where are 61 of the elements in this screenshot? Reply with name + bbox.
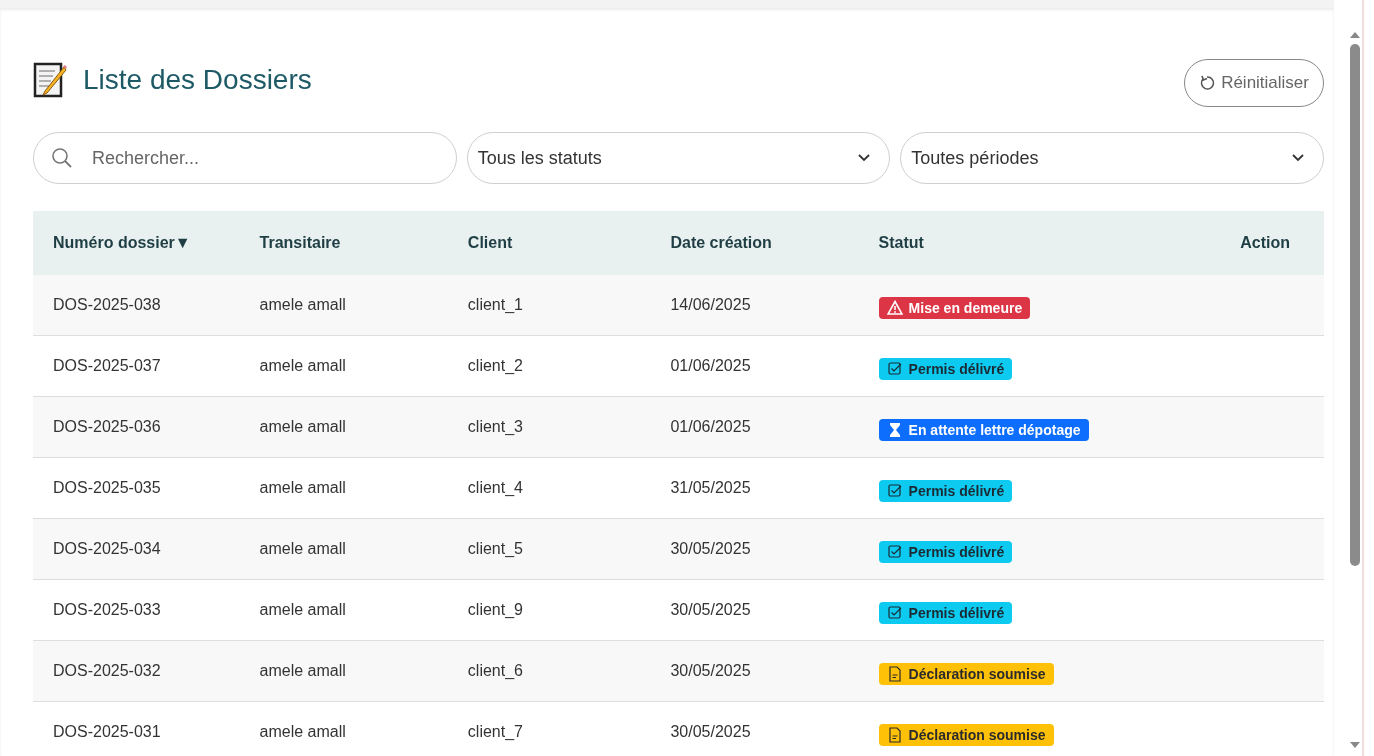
column-header: Transitaire xyxy=(239,211,448,275)
table-cell: 01/06/2025 xyxy=(650,396,859,458)
table-cell: DOS-2025-037 xyxy=(33,335,240,397)
table-cell: amele amall xyxy=(239,335,448,397)
document-icon xyxy=(886,665,903,682)
table-cell: client_3 xyxy=(447,396,651,458)
status-badge: En attente lettre dépotage xyxy=(878,418,1089,441)
table-cell: 01/06/2025 xyxy=(650,335,859,397)
status-badge: Mise en demeure xyxy=(878,296,1031,319)
table-cell: amele amall xyxy=(239,396,448,458)
table-cell: DOS-2025-033 xyxy=(33,579,240,641)
table-cell: DOS-2025-032 xyxy=(33,640,240,702)
table-cell: 30/05/2025 xyxy=(650,579,859,641)
checkbox-icon xyxy=(886,543,903,560)
table-cell: DOS-2025-031 xyxy=(33,701,240,756)
table-cell: DOS-2025-034 xyxy=(33,518,240,580)
table-cell: client_2 xyxy=(447,335,651,397)
warning-icon xyxy=(886,299,903,316)
table-cell: amele amall xyxy=(239,640,448,702)
table-cell: DOS-2025-035 xyxy=(33,457,240,519)
search-field[interactable]: Rechercher... xyxy=(33,132,457,184)
notepad-pencil-icon xyxy=(33,61,69,99)
search-icon xyxy=(51,147,73,169)
table-cell: DOS-2025-038 xyxy=(33,275,240,336)
column-header: Client xyxy=(447,211,651,275)
table-cell: client_1 xyxy=(447,275,651,336)
table-cell: 30/05/2025 xyxy=(650,518,859,580)
table-cell: 31/05/2025 xyxy=(650,457,859,519)
chevron-down-icon xyxy=(1291,153,1305,163)
table-cell: 30/05/2025 xyxy=(650,701,859,756)
page-title: Liste des Dossiers xyxy=(83,64,312,96)
checkbox-icon xyxy=(886,482,903,499)
table-cell: client_7 xyxy=(447,701,651,756)
column-header: Date création xyxy=(650,211,859,275)
column-header: Statut xyxy=(858,211,1109,275)
status-badge: Permis délivré xyxy=(878,479,1013,502)
table-cell: amele amall xyxy=(239,518,448,580)
status-badge: Permis délivré xyxy=(878,601,1013,624)
column-header[interactable]: Numéro dossier▼ xyxy=(33,211,240,275)
table-cell: 14/06/2025 xyxy=(650,275,859,336)
status-badge: Permis délivré xyxy=(878,540,1013,563)
reset-button[interactable]: Réinitialiser xyxy=(1184,59,1324,107)
table-cell: amele amall xyxy=(239,275,448,336)
table-cell: amele amall xyxy=(239,579,448,641)
table-cell: 30/05/2025 xyxy=(650,640,859,702)
status-badge: Déclaration soumise xyxy=(878,662,1054,685)
column-header: Action xyxy=(1108,211,1324,275)
checkbox-icon xyxy=(886,604,903,621)
table-cell: client_4 xyxy=(447,457,651,519)
table-cell: DOS-2025-036 xyxy=(33,396,240,458)
chevron-down-icon xyxy=(857,153,872,163)
table-cell: amele amall xyxy=(239,701,448,756)
document-icon xyxy=(886,726,903,743)
status-badge: Déclaration soumise xyxy=(878,723,1054,746)
table-cell: client_5 xyxy=(447,518,651,580)
table-cell: amele amall xyxy=(239,457,448,519)
checkbox-icon xyxy=(886,360,903,377)
refresh-icon xyxy=(1199,75,1216,91)
table-cell: client_6 xyxy=(447,640,651,702)
table-cell: client_9 xyxy=(447,579,651,641)
status-badge: Permis délivré xyxy=(878,357,1013,380)
